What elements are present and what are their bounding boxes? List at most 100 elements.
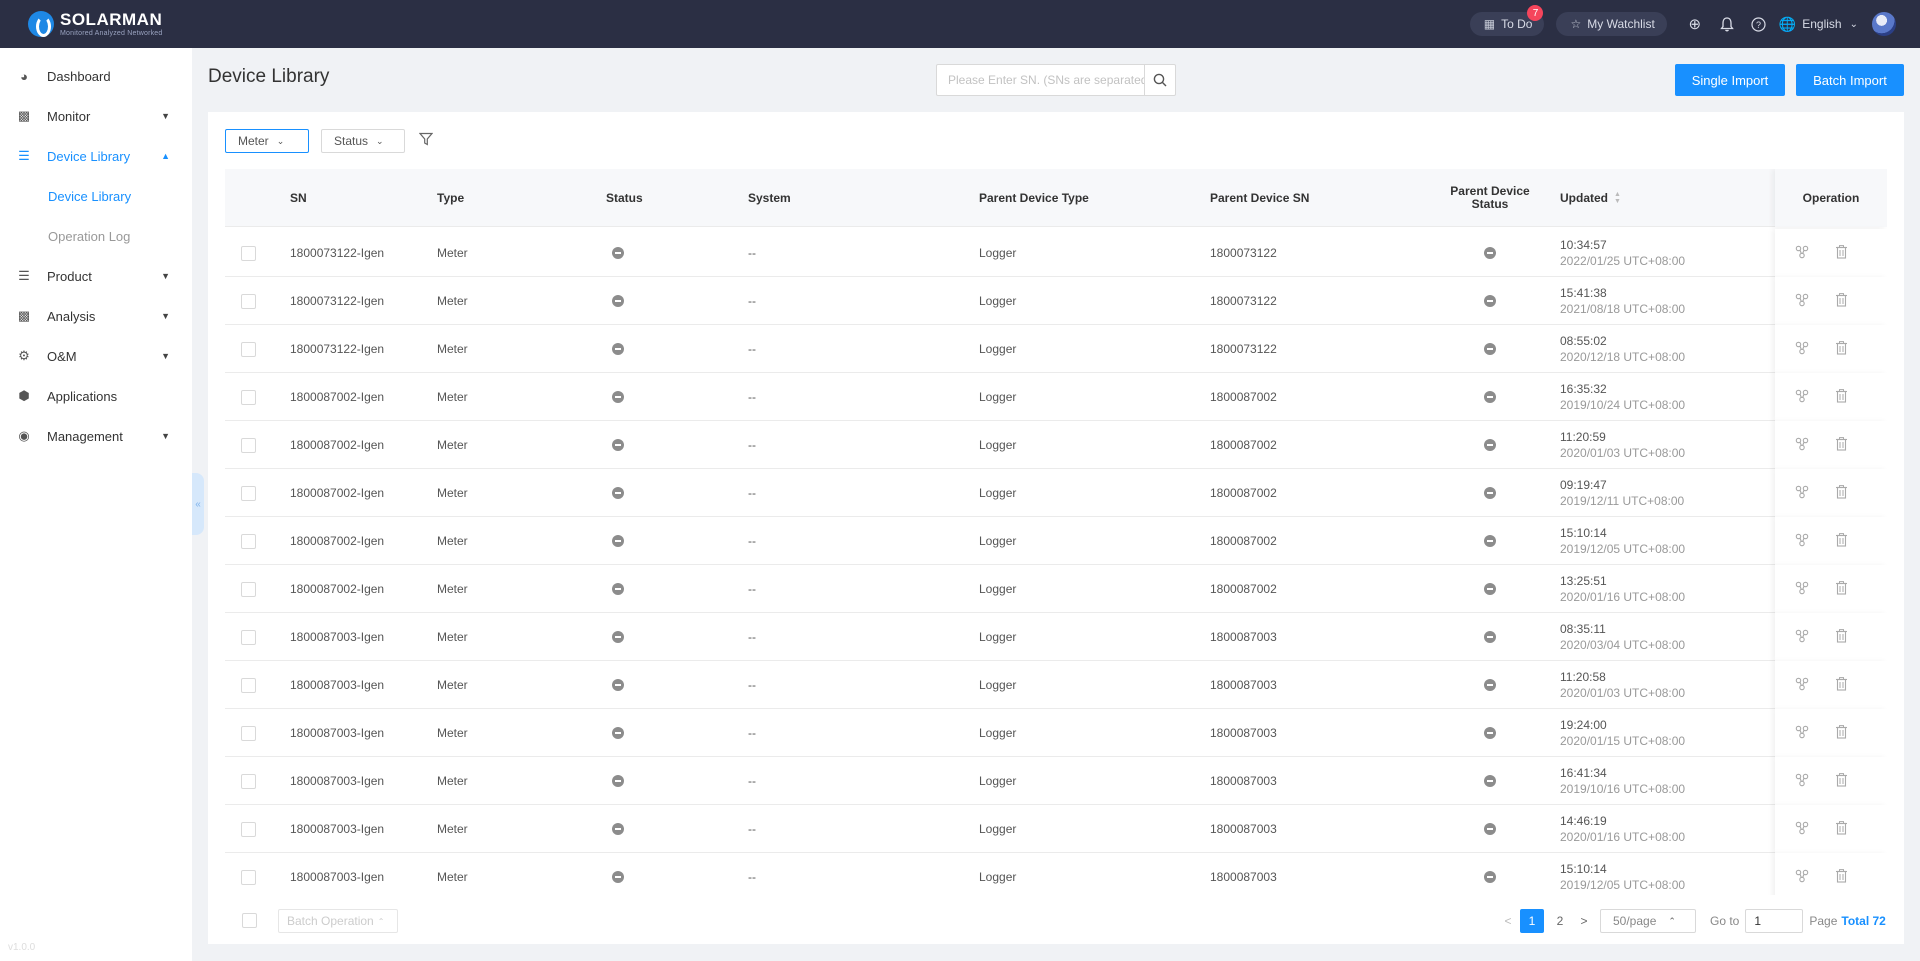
table-row[interactable]: 1800073122-Igen Meter -- Logger 1800073122 15… [225, 277, 1887, 325]
delete-trash-icon[interactable] [1835, 244, 1848, 262]
add-circle-icon[interactable]: ⊕ [1685, 14, 1705, 34]
sidebar-item-product[interactable]: ☰ Product ▼ [0, 256, 192, 296]
row-checkbox[interactable] [241, 677, 256, 693]
topology-icon[interactable] [1795, 485, 1809, 502]
watchlist-button[interactable]: ☆ My Watchlist [1556, 12, 1667, 36]
sidebar-item-dashboard[interactable]: ◕ Dashboard [0, 56, 192, 96]
batch-import-button[interactable]: Batch Import [1796, 64, 1904, 96]
sidebar-collapse-handle[interactable]: « [192, 473, 204, 535]
delete-trash-icon[interactable] [1835, 580, 1848, 598]
delete-trash-icon[interactable] [1835, 724, 1848, 742]
sidebar-item-om[interactable]: ⚙ O&M ▼ [0, 336, 192, 376]
language-selector[interactable]: 🌐 English ⌄ [1779, 16, 1858, 33]
topology-icon[interactable] [1795, 629, 1809, 646]
table-row[interactable]: 1800087002-Igen Meter -- Logger 1800087002 13… [225, 565, 1887, 613]
delete-trash-icon[interactable] [1835, 388, 1848, 406]
funnel-filter-icon[interactable] [418, 132, 434, 149]
delete-trash-icon[interactable] [1835, 628, 1848, 646]
cell-sn[interactable]: 1800087003-Igen [290, 613, 384, 661]
table-row[interactable]: 1800087003-Igen Meter -- Logger 1800087003 15… [225, 853, 1887, 895]
table-row[interactable]: 1800087003-Igen Meter -- Logger 1800087003 14… [225, 805, 1887, 853]
table-row[interactable]: 1800087003-Igen Meter -- Logger 1800087003 16… [225, 757, 1887, 805]
table-row[interactable]: 1800087002-Igen Meter -- Logger 1800087002 11… [225, 421, 1887, 469]
delete-trash-icon[interactable] [1835, 292, 1848, 310]
row-checkbox[interactable] [241, 869, 256, 885]
cell-sn[interactable]: 1800073122-Igen [290, 277, 384, 325]
device-type-filter[interactable]: Meter ⌄ [225, 129, 309, 153]
search-icon[interactable] [1144, 65, 1175, 95]
cell-sn[interactable]: 1800087002-Igen [290, 421, 384, 469]
cell-sn[interactable]: 1800087003-Igen [290, 661, 384, 709]
todo-button[interactable]: ▦ To Do 7 [1469, 5, 1545, 36]
sidebar-item-device-library[interactable]: ☰ Device Library ▲ [0, 136, 192, 176]
user-avatar[interactable] [1872, 12, 1896, 36]
row-checkbox[interactable] [241, 821, 256, 837]
goto-page-input[interactable]: 1 [1745, 909, 1804, 933]
next-page-icon[interactable]: > [1574, 914, 1594, 928]
sidebar-item-monitor[interactable]: ▩ Monitor ▼ [0, 96, 192, 136]
topology-icon[interactable] [1795, 725, 1809, 742]
batch-operation-dropdown[interactable]: Batch Operation ⌃ [278, 909, 398, 933]
topology-icon[interactable] [1795, 293, 1809, 310]
topology-icon[interactable] [1795, 389, 1809, 406]
cell-sn[interactable]: 1800087002-Igen [290, 565, 384, 613]
cell-sn[interactable]: 1800087003-Igen [290, 757, 384, 805]
delete-trash-icon[interactable] [1835, 484, 1848, 502]
row-checkbox[interactable] [241, 533, 256, 549]
row-checkbox[interactable] [241, 485, 256, 501]
bell-icon[interactable] [1717, 14, 1737, 34]
cell-sn[interactable]: 1800087002-Igen [290, 373, 384, 421]
row-checkbox[interactable] [241, 293, 256, 309]
row-checkbox[interactable] [241, 581, 256, 597]
cell-sn[interactable]: 1800087003-Igen [290, 853, 384, 895]
delete-trash-icon[interactable] [1835, 772, 1848, 790]
table-row[interactable]: 1800073122-Igen Meter -- Logger 1800073122 08… [225, 325, 1887, 373]
delete-trash-icon[interactable] [1835, 820, 1848, 838]
cell-sn[interactable]: 1800073122-Igen [290, 325, 384, 373]
sidebar-item-applications[interactable]: ⬢ Applications [0, 376, 192, 416]
topology-icon[interactable] [1795, 677, 1809, 694]
cell-sn[interactable]: 1800087002-Igen [290, 517, 384, 565]
topology-icon[interactable] [1795, 821, 1809, 838]
table-row[interactable]: 1800087002-Igen Meter -- Logger 1800087002 09… [225, 469, 1887, 517]
single-import-button[interactable]: Single Import [1675, 64, 1785, 96]
delete-trash-icon[interactable] [1835, 868, 1848, 886]
sidebar-item-management[interactable]: ◉ Management ▼ [0, 416, 192, 456]
row-checkbox[interactable] [241, 341, 256, 357]
cell-sn[interactable]: 1800087003-Igen [290, 709, 384, 757]
delete-trash-icon[interactable] [1835, 676, 1848, 694]
table-row[interactable]: 1800087002-Igen Meter -- Logger 1800087002 15… [225, 517, 1887, 565]
cell-sn[interactable]: 1800087003-Igen [290, 805, 384, 853]
row-checkbox[interactable] [241, 629, 256, 645]
sidebar-subitem-operation-log[interactable]: Operation Log [0, 216, 192, 256]
topology-icon[interactable] [1795, 437, 1809, 454]
table-row[interactable]: 1800087003-Igen Meter -- Logger 1800087003 08… [225, 613, 1887, 661]
topology-icon[interactable] [1795, 341, 1809, 358]
sidebar-item-analysis[interactable]: ▩ Analysis ▼ [0, 296, 192, 336]
cell-sn[interactable]: 1800087002-Igen [290, 469, 384, 517]
topology-icon[interactable] [1795, 245, 1809, 262]
row-checkbox[interactable] [241, 773, 256, 789]
solarman-logo[interactable]: SOLARMAN Monitored Analyzed Networked [28, 0, 163, 48]
row-checkbox[interactable] [241, 437, 256, 453]
cell-sn[interactable]: 1800073122-Igen [290, 229, 384, 277]
prev-page-icon[interactable]: < [1498, 914, 1518, 928]
select-all-checkbox[interactable] [242, 913, 257, 928]
page-1-button[interactable]: 1 [1520, 909, 1544, 933]
col-header-updated[interactable]: Updated ▲ ▼ [1560, 169, 1621, 227]
help-icon[interactable]: ? [1749, 14, 1769, 34]
sn-search-input[interactable] [937, 65, 1144, 95]
sidebar-subitem-device-library[interactable]: Device Library [0, 176, 192, 216]
page-2-button[interactable]: 2 [1548, 909, 1572, 933]
row-checkbox[interactable] [241, 245, 256, 261]
page-size-select[interactable]: 50/page ⌃ [1600, 909, 1696, 933]
sort-icon[interactable]: ▲ ▼ [1614, 191, 1621, 205]
topology-icon[interactable] [1795, 773, 1809, 790]
delete-trash-icon[interactable] [1835, 532, 1848, 550]
table-row[interactable]: 1800087002-Igen Meter -- Logger 1800087002 16… [225, 373, 1887, 421]
topology-icon[interactable] [1795, 581, 1809, 598]
topology-icon[interactable] [1795, 869, 1809, 886]
row-checkbox[interactable] [241, 725, 256, 741]
table-row[interactable]: 1800087003-Igen Meter -- Logger 1800087003 19… [225, 709, 1887, 757]
row-checkbox[interactable] [241, 389, 256, 405]
